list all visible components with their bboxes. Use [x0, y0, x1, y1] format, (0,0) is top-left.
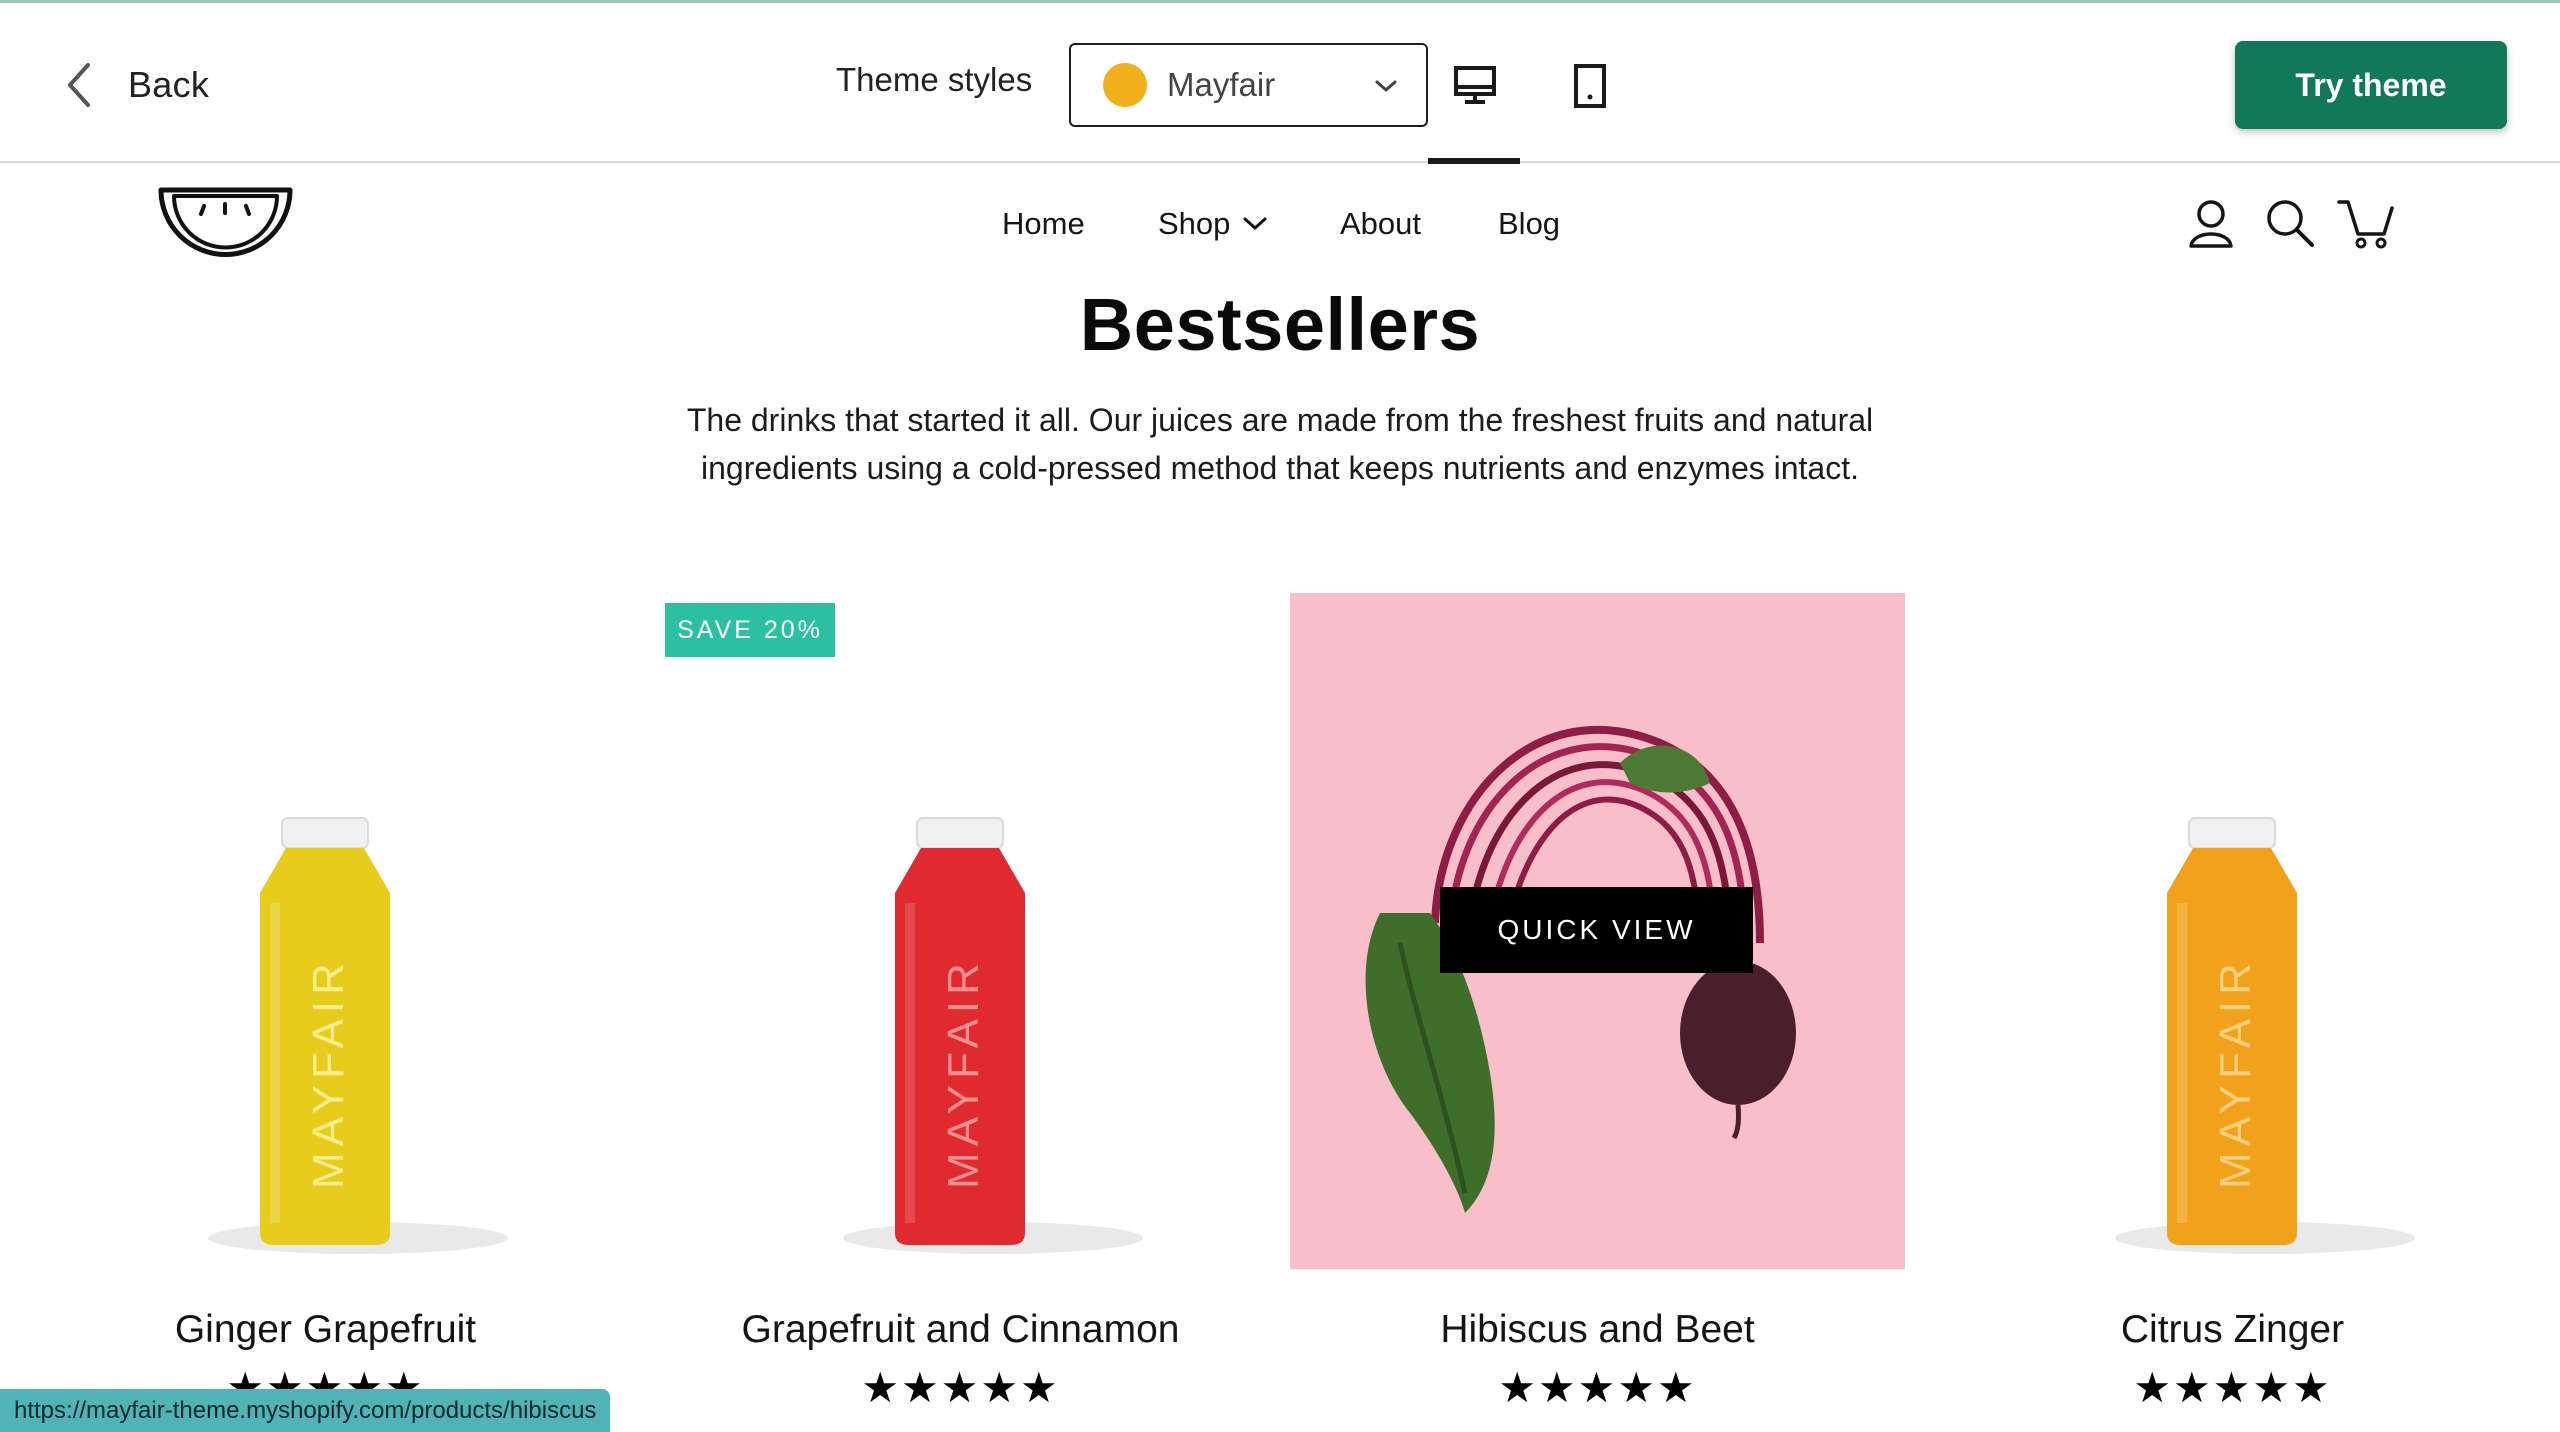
theme-preview-bar: Back Theme styles Mayfair Try theme: [0, 0, 2560, 164]
search-icon: [2267, 200, 2314, 247]
theme-style-select[interactable]: Mayfair: [1069, 43, 1428, 127]
product-card[interactable]: MAYFAIR Citrus Zinger ★★★★★: [1925, 593, 2540, 1432]
search-button[interactable]: [2262, 196, 2318, 252]
chevron-down-icon: [1243, 217, 1267, 230]
juice-bottle-image: MAYFAIR: [2115, 817, 2415, 1254]
chevron-left-icon: [68, 63, 90, 107]
product-rating: ★★★★★: [2133, 1363, 2332, 1412]
account-button[interactable]: [2183, 196, 2239, 252]
product-image[interactable]: MAYFAIR: [1925, 593, 2540, 1269]
nav-home[interactable]: Home: [1002, 206, 1085, 242]
active-device-indicator: [1428, 158, 1520, 164]
cart-button[interactable]: [2336, 196, 2394, 252]
nav-shop[interactable]: Shop: [1158, 206, 1268, 242]
theme-color-swatch: [1103, 63, 1147, 107]
product-name[interactable]: Grapefruit and Cinnamon: [653, 1308, 1268, 1352]
section-title: Bestsellers: [1079, 283, 1481, 366]
sale-badge: SAVE 20%: [665, 603, 835, 657]
try-theme-button[interactable]: Try theme: [2235, 41, 2507, 129]
product-rating: ★★★★★: [861, 1363, 1060, 1412]
product-card[interactable]: QUICK VIEW Hibiscus and Beet ★★★★★: [1290, 593, 1905, 1432]
account-icon: [2189, 200, 2233, 248]
product-image[interactable]: MAYFAIR: [653, 593, 1268, 1269]
chevron-down-icon: [1375, 80, 1397, 92]
store-main-nav: Home Shop About Blog: [0, 200, 2560, 250]
product-rating: ★★★★★: [1498, 1363, 1697, 1412]
juice-bottle-image: MAYFAIR: [843, 817, 1143, 1254]
desktop-icon: [1454, 66, 1496, 104]
theme-select-value: Mayfair: [1167, 66, 1276, 103]
product-name[interactable]: Ginger Grapefruit: [18, 1308, 633, 1352]
juice-bottle-image: MAYFAIR: [208, 817, 508, 1254]
svg-text:MAYFAIR: MAYFAIR: [2211, 957, 2260, 1189]
quick-view-button[interactable]: QUICK VIEW: [1440, 887, 1753, 973]
mobile-icon: [1574, 64, 1606, 108]
status-bar-url: https://mayfair-theme.myshopify.com/prod…: [0, 1389, 611, 1432]
cart-icon: [2337, 200, 2394, 249]
product-card[interactable]: MAYFAIR Ginger Grapefruit ★★★★★: [18, 593, 633, 1432]
back-button[interactable]: Back: [62, 55, 209, 115]
product-image[interactable]: MAYFAIR: [18, 593, 633, 1269]
mobile-view-button[interactable]: [1560, 63, 1620, 127]
product-card[interactable]: MAYFAIR Grapefruit and Cinnamon ★★★★★: [653, 593, 1268, 1432]
nav-about[interactable]: About: [1340, 206, 1421, 242]
back-label: Back: [128, 64, 210, 105]
svg-text:MAYFAIR: MAYFAIR: [939, 957, 988, 1189]
theme-styles-label: Theme styles: [836, 61, 1033, 98]
desktop-view-button[interactable]: [1445, 63, 1505, 127]
product-image[interactable]: QUICK VIEW: [1290, 593, 1905, 1269]
nav-shop-label: Shop: [1158, 206, 1231, 241]
svg-text:MAYFAIR: MAYFAIR: [304, 957, 353, 1189]
section-description: The drinks that started it all. Our juic…: [686, 402, 1874, 486]
product-name[interactable]: Citrus Zinger: [1925, 1308, 2540, 1352]
product-name[interactable]: Hibiscus and Beet: [1290, 1308, 1905, 1352]
nav-blog[interactable]: Blog: [1498, 206, 1560, 242]
